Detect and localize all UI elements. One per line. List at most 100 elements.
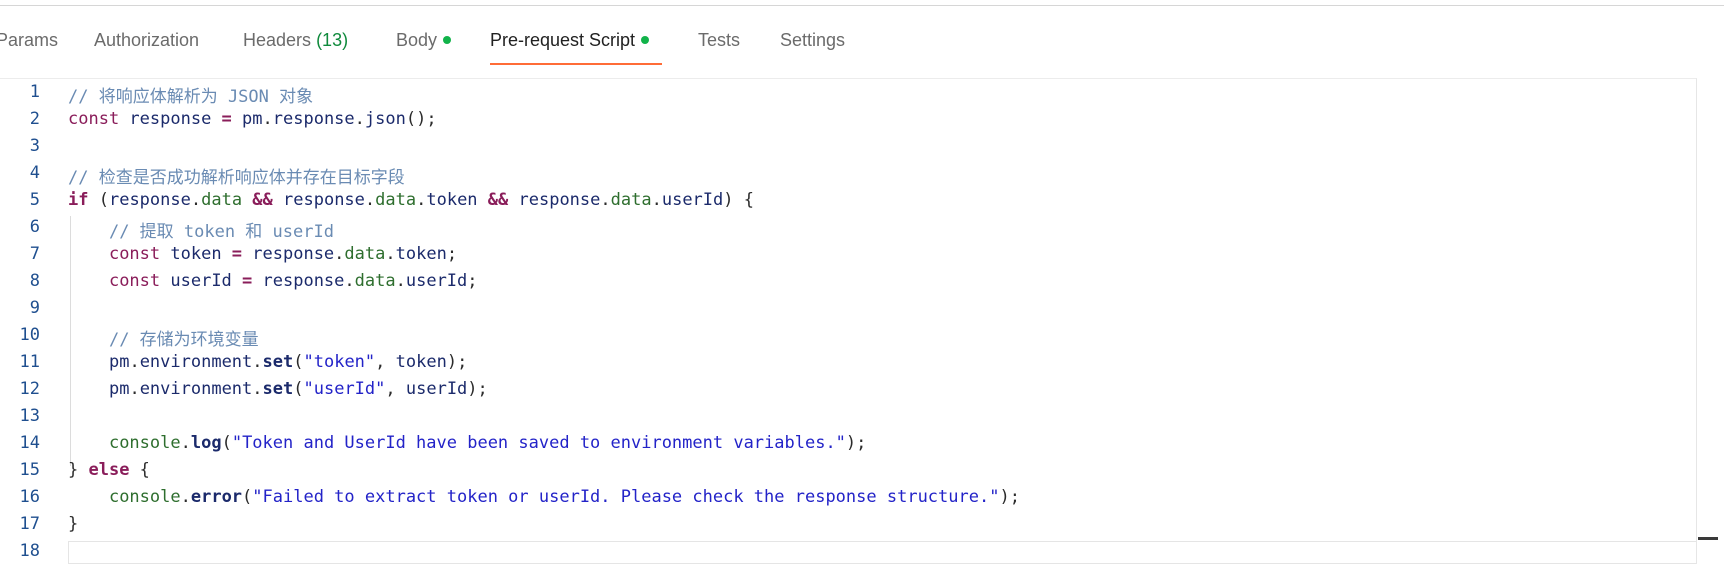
code-token: token	[426, 190, 478, 210]
line-number: 17	[19, 514, 40, 534]
code-token: // 提取 token 和 userId	[108, 222, 334, 242]
code-token: if	[68, 190, 89, 210]
code-token: environment	[139, 352, 253, 372]
code-token: .	[651, 190, 662, 210]
code-token: "token"	[303, 352, 376, 372]
code-token: }	[68, 460, 89, 480]
status-dot-icon	[641, 36, 650, 44]
code-token: ) {	[723, 190, 754, 210]
tab-body[interactable]: Body	[396, 30, 452, 56]
code-token: pm	[108, 352, 130, 372]
code-token: // 将响应体解析为 JSON 对象	[68, 87, 314, 107]
code-token: .	[262, 109, 273, 129]
code-line: } else {	[68, 460, 150, 480]
code-token: data	[201, 190, 243, 210]
code-token: );	[845, 433, 867, 453]
code-token: console	[108, 433, 181, 453]
code-token: ();	[405, 109, 437, 129]
code-token: );	[446, 352, 468, 372]
code-token: );	[467, 379, 488, 399]
code-token: log	[190, 433, 222, 453]
code-line: if (response.data && response.data.token…	[68, 190, 754, 210]
code-token: .	[252, 379, 263, 399]
code-token: ,	[375, 352, 396, 372]
code-token: .	[344, 271, 355, 291]
code-token: console	[108, 487, 181, 507]
line-number: 11	[19, 352, 40, 372]
active-tab-indicator	[490, 63, 662, 65]
code-token: // 存储为环境变量	[108, 330, 259, 350]
code-token: .	[354, 109, 365, 129]
code-token: data	[344, 244, 386, 264]
tab-authorization[interactable]: Authorization	[94, 30, 199, 56]
code-token: .	[252, 352, 263, 372]
line-number: 3	[29, 136, 40, 156]
code-token: (	[293, 352, 304, 372]
code-token: &&	[477, 190, 519, 210]
code-token: const	[108, 271, 171, 291]
code-token: (	[293, 379, 304, 399]
code-token: pm	[242, 109, 263, 129]
code-line: // 提取 token 和 userId	[68, 217, 334, 242]
code-token: "Failed to extract token or userId. Plea…	[252, 487, 1000, 507]
code-token: (	[242, 487, 253, 507]
tab-params[interactable]: Params	[0, 30, 58, 56]
code-line: // 检查是否成功解析响应体并存在目标字段	[68, 163, 405, 188]
code-line: const response = pm.response.json();	[68, 109, 437, 129]
code-line: console.log("Token and UserId have been …	[68, 433, 866, 453]
tab-label: Body	[396, 30, 438, 50]
code-line: pm.environment.set("token", token);	[68, 352, 467, 372]
tab-label: Params	[0, 30, 59, 50]
code-token: data	[354, 271, 396, 291]
code-token: environment	[139, 379, 253, 399]
line-number: 18	[19, 541, 40, 561]
code-token: &&	[242, 190, 284, 210]
tab-label: Authorization	[94, 30, 200, 50]
scrollbar-thumb[interactable]	[1698, 537, 1718, 540]
code-token: .	[190, 190, 202, 210]
line-number: 6	[29, 217, 40, 237]
code-token: ;	[446, 244, 458, 264]
line-number: 5	[29, 190, 40, 210]
line-number: 4	[29, 163, 40, 183]
code-token: response	[518, 190, 601, 210]
tab-headers[interactable]: Headers (13)	[243, 30, 348, 56]
current-line-highlight	[68, 541, 1696, 564]
code-token: .	[129, 379, 140, 399]
code-token: "Token and UserId have been saved to env…	[231, 433, 846, 453]
tab-label: Headers	[243, 30, 312, 50]
line-number: 12	[19, 379, 40, 399]
tab-settings[interactable]: Settings	[780, 30, 845, 56]
code-token: data	[375, 190, 417, 210]
code-token: userId	[170, 271, 232, 291]
tab-label: Tests	[698, 30, 741, 50]
code-line: }	[68, 514, 78, 534]
code-token: .	[180, 433, 191, 453]
code-line: pm.environment.set("userId", userId);	[68, 379, 488, 399]
code-token: // 检查是否成功解析响应体并存在目标字段	[68, 168, 405, 188]
code-token: else	[88, 460, 130, 480]
line-number: 15	[19, 460, 40, 480]
code-token: (	[88, 190, 109, 210]
code-token: response	[129, 109, 212, 129]
tab-tests[interactable]: Tests	[698, 30, 740, 56]
code-token: data	[610, 190, 652, 210]
code-line: // 将响应体解析为 JSON 对象	[68, 82, 313, 107]
line-number: 13	[19, 406, 40, 426]
code-token: userId	[405, 379, 468, 399]
code-token: .	[180, 487, 191, 507]
code-token: .	[364, 190, 376, 210]
tab-label: Settings	[780, 30, 846, 50]
code-token: }	[68, 514, 79, 534]
code-token: set	[262, 379, 294, 399]
code-token: .	[416, 190, 427, 210]
tab-pre-request-script[interactable]: Pre-request Script	[490, 30, 650, 56]
code-token: userId	[661, 190, 724, 210]
code-line: console.error("Failed to extract token o…	[68, 487, 1020, 507]
code-token: set	[262, 352, 294, 372]
code-token: .	[129, 352, 140, 372]
